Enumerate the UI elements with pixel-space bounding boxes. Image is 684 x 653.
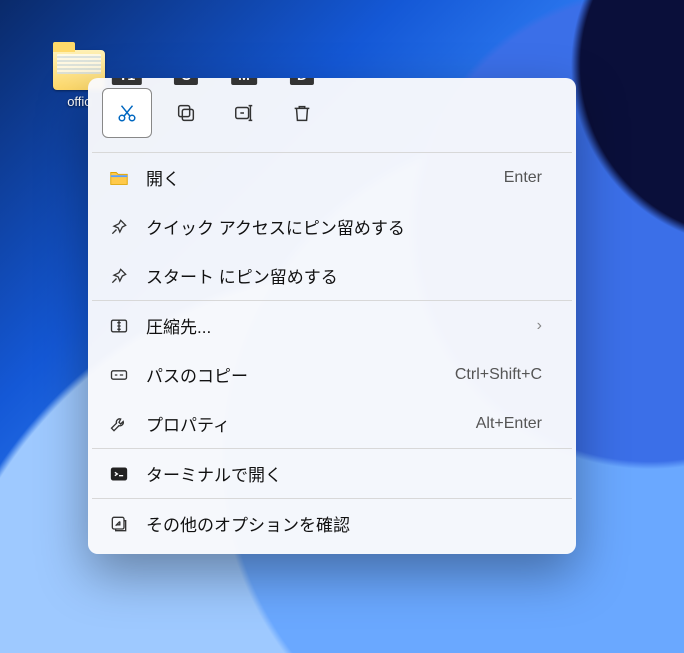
archive-icon — [108, 315, 130, 337]
menu-item-label: 圧縮先... — [146, 313, 521, 338]
menu-item-more-options[interactable]: その他のオプションを確認 W — [88, 499, 576, 548]
rename-button[interactable]: M — [220, 89, 268, 137]
rename-icon — [233, 102, 255, 124]
menu-item-pin-quick-access[interactable]: クイック アクセスにピン留めする Q — [88, 202, 576, 251]
menu-item-label: ターミナルで開く — [146, 461, 556, 486]
menu-item-label: 開く — [146, 165, 488, 190]
pin-icon — [108, 216, 130, 238]
chevron-right-icon: › — [537, 317, 542, 335]
folder-open-icon — [108, 167, 130, 189]
menu-item-properties[interactable]: プロパティ Alt+Enter R — [88, 399, 576, 448]
trash-icon — [291, 102, 313, 124]
menu-item-shortcut: Enter — [504, 169, 542, 187]
menu-item-label: プロパティ — [146, 411, 460, 436]
delete-button[interactable]: D — [278, 89, 326, 137]
menu-item-shortcut: Ctrl+Shift+C — [455, 366, 542, 384]
hint-tag: C — [174, 78, 198, 85]
context-menu: T1 C M D — [88, 78, 576, 554]
cut-button[interactable]: T1 — [102, 88, 152, 138]
menu-item-pin-start[interactable]: スタート にピン留めする P — [88, 251, 576, 300]
path-icon — [108, 364, 130, 386]
menu-item-terminal[interactable]: ターミナルで開く T2 — [88, 449, 576, 498]
terminal-icon — [108, 463, 130, 485]
menu-item-open[interactable]: 開く Enter O — [88, 153, 576, 202]
more-options-icon — [108, 513, 130, 535]
menu-item-label: パスのコピー — [146, 362, 439, 387]
hint-tag: M — [231, 78, 257, 85]
hint-tag: T1 — [112, 78, 142, 85]
copy-icon — [175, 102, 197, 124]
wrench-icon — [108, 413, 130, 435]
menu-item-compress[interactable]: 圧縮先... › — [88, 301, 576, 350]
menu-item-label: その他のオプションを確認 — [146, 511, 556, 536]
menu-item-label: クイック アクセスにピン留めする — [146, 214, 556, 239]
menu-item-shortcut: Alt+Enter — [476, 415, 542, 433]
copy-button[interactable]: C — [162, 89, 210, 137]
scissors-icon — [116, 102, 138, 124]
menu-item-copy-path[interactable]: パスのコピー Ctrl+Shift+C A — [88, 350, 576, 399]
pin-icon — [108, 265, 130, 287]
hint-tag: D — [290, 78, 314, 85]
context-menu-topbar: T1 C M D — [88, 78, 576, 152]
menu-item-label: スタート にピン留めする — [146, 263, 556, 288]
